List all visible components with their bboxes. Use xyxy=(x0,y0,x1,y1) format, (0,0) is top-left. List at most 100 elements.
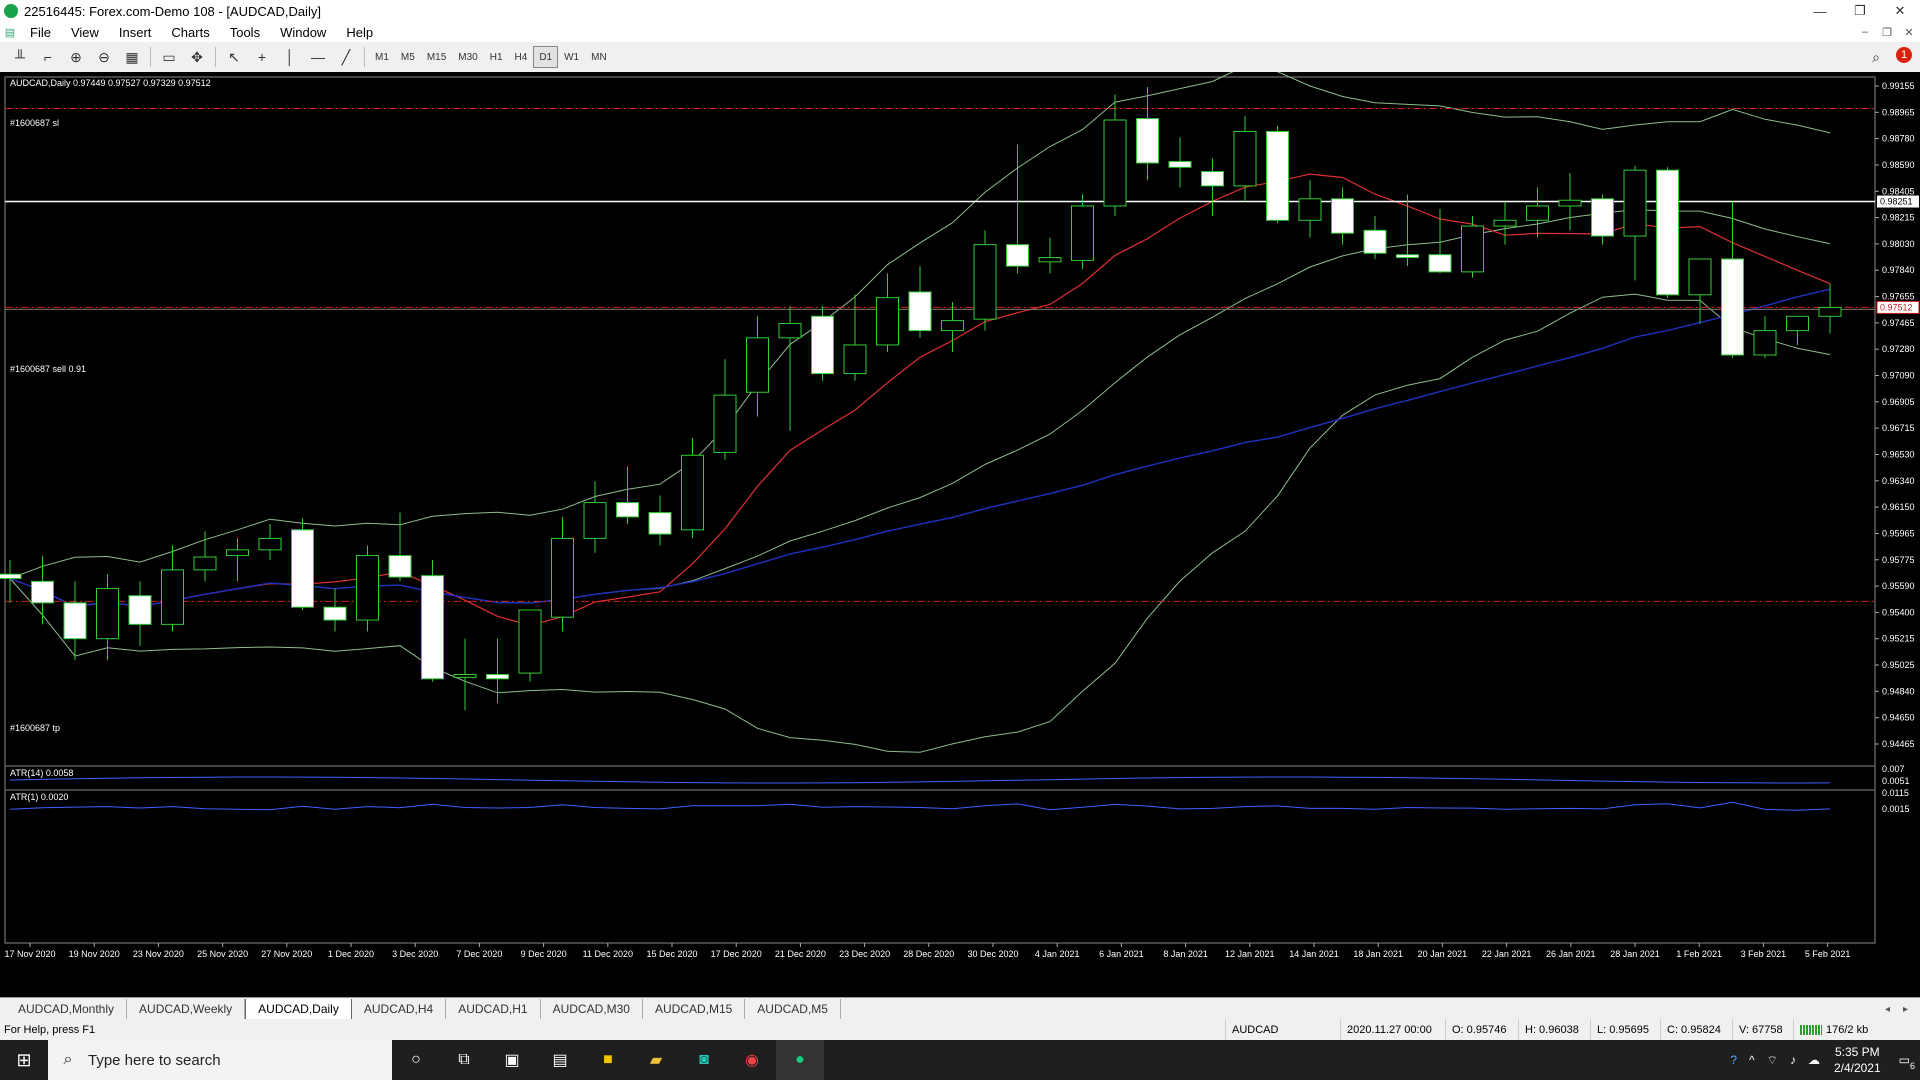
menu-view[interactable]: View xyxy=(61,25,109,40)
crosshair-target-icon[interactable]: ✥ xyxy=(185,46,209,68)
menu-tools[interactable]: Tools xyxy=(220,25,270,40)
candle xyxy=(128,581,152,646)
menu-file[interactable]: File xyxy=(20,25,61,40)
search-icon[interactable]: ⌕ xyxy=(1864,46,1888,68)
minimize-button[interactable]: — xyxy=(1800,0,1840,22)
horizontal-line-icon[interactable]: — xyxy=(306,46,330,68)
moving-averages xyxy=(9,173,1831,626)
candle xyxy=(518,609,542,682)
candle xyxy=(551,516,574,632)
line-chart-icon[interactable]: ⌐ xyxy=(36,46,60,68)
candle xyxy=(1038,237,1062,274)
tab-h4[interactable]: AUDCAD,H4 xyxy=(352,999,447,1019)
volume-icon[interactable]: ♪ xyxy=(1784,1053,1802,1067)
crosshair-icon[interactable]: + xyxy=(250,46,274,68)
candle xyxy=(486,638,509,704)
timeframe-h4[interactable]: H4 xyxy=(509,46,534,68)
tab-scroll-right-icon[interactable]: ▸ xyxy=(1903,1004,1908,1015)
tab-m30[interactable]: AUDCAD,M30 xyxy=(541,999,643,1019)
template-icon[interactable]: ▭ xyxy=(157,46,181,68)
date-tick-label: 3 Dec 2020 xyxy=(392,949,438,959)
taskbar-clock[interactable]: 5:35 PM 2/4/2021 xyxy=(1826,1044,1889,1076)
price-tick-label: 0.95025 xyxy=(1882,660,1915,670)
cortana-icon[interactable]: ○ xyxy=(392,1040,440,1080)
app-icon-1[interactable]: ▣ xyxy=(488,1040,536,1080)
app-icon-3[interactable]: ■ xyxy=(584,1040,632,1080)
candle xyxy=(453,638,477,711)
tab-weekly[interactable]: AUDCAD,Weekly xyxy=(127,999,246,1019)
price-chart[interactable]: 0.991550.989650.987800.985900.984050.982… xyxy=(0,72,1920,997)
alert-badge[interactable]: 1 xyxy=(1896,47,1912,63)
candle-body xyxy=(226,549,249,557)
network-icon[interactable]: ⌔ xyxy=(1761,1053,1784,1068)
timeframe-h1[interactable]: H1 xyxy=(484,46,509,68)
timeframe-m15[interactable]: M15 xyxy=(421,46,452,68)
price-tick-label: 0.98215 xyxy=(1882,213,1915,223)
menu-help[interactable]: Help xyxy=(336,25,383,40)
bar-chart-icon[interactable]: ╨ xyxy=(8,46,32,68)
zoom-out-icon[interactable]: ⊖ xyxy=(92,46,116,68)
menu-charts[interactable]: Charts xyxy=(161,25,219,40)
app-icon-2[interactable]: ▤ xyxy=(536,1040,584,1080)
timeframe-m30[interactable]: M30 xyxy=(452,46,483,68)
trendline-icon[interactable]: ╱ xyxy=(334,46,358,68)
candle-body xyxy=(291,529,314,608)
timeframe-m1[interactable]: M1 xyxy=(369,46,395,68)
zoom-in-icon[interactable]: ⊕ xyxy=(64,46,88,68)
task-view-icon[interactable]: ⧉ xyxy=(440,1040,488,1080)
chevron-up-icon[interactable]: ^ xyxy=(1743,1053,1761,1067)
tab-daily[interactable]: AUDCAD,Daily xyxy=(245,998,352,1020)
file-explorer-icon[interactable]: ▰ xyxy=(632,1040,680,1080)
notification-icon[interactable]: ▭ 6 xyxy=(1889,1053,1920,1071)
tab-m5[interactable]: AUDCAD,M5 xyxy=(745,999,841,1019)
vertical-line-icon[interactable]: │ xyxy=(278,46,302,68)
tile-windows-icon[interactable]: ▦ xyxy=(120,46,144,68)
candle-body xyxy=(746,337,769,393)
tab-scroll-left-icon[interactable]: ◂ xyxy=(1885,1004,1890,1015)
candle-body xyxy=(128,595,152,625)
menu-insert[interactable]: Insert xyxy=(109,25,162,40)
date-tick-label: 9 Dec 2020 xyxy=(521,949,567,959)
price-tick-label: 0.95590 xyxy=(1882,581,1915,591)
timeframe-m5[interactable]: M5 xyxy=(395,46,421,68)
menu-window[interactable]: Window xyxy=(270,25,336,40)
app-icon-4[interactable]: ◙ xyxy=(680,1040,728,1080)
candle-body xyxy=(1331,198,1354,234)
help-icon[interactable]: ? xyxy=(1724,1053,1743,1067)
candle-body xyxy=(193,556,217,571)
child-close-button[interactable]: ✕ xyxy=(1898,22,1920,42)
taskbar-search[interactable]: ⌕ Type here to search xyxy=(48,1040,392,1080)
price-tick-label: 0.95775 xyxy=(1882,555,1915,565)
candle-body xyxy=(941,320,964,332)
timeframe-mn[interactable]: MN xyxy=(585,46,613,68)
candle-body xyxy=(843,344,867,375)
atr1-line xyxy=(9,801,1831,811)
price-axis: 0.991550.989650.987800.985900.984050.982… xyxy=(1875,81,1920,749)
candle xyxy=(1266,125,1289,224)
price-tick-label: 0.97840 xyxy=(1882,265,1915,275)
price-tick-label: 0.98780 xyxy=(1882,134,1915,144)
timeframe-w1[interactable]: W1 xyxy=(558,46,585,68)
date-tick-label: 7 Dec 2020 xyxy=(456,949,502,959)
cloud-icon[interactable]: ☁ xyxy=(1802,1053,1826,1067)
tab-monthly[interactable]: AUDCAD,Monthly xyxy=(6,999,128,1019)
price-tick-label: 0.96530 xyxy=(1882,449,1915,459)
child-minimize-button[interactable]: – xyxy=(1854,22,1876,42)
timeframe-d1[interactable]: D1 xyxy=(533,46,559,68)
cursor-icon[interactable]: ↖ xyxy=(222,46,246,68)
status-bar: For Help, press F1 AUDCAD 2020.11.27 00:… xyxy=(0,1019,1920,1040)
child-restore-button[interactable]: ❐ xyxy=(1876,22,1898,42)
candle xyxy=(1363,216,1387,259)
candle-body xyxy=(551,537,574,618)
price-tick-label: 0.97655 xyxy=(1882,292,1915,302)
atr-scale-label: 0.0051 xyxy=(1882,776,1910,786)
chart-window[interactable]: 0.99155 0.98965 0.98780 0.98590 0.98405 0.982… xyxy=(0,72,1920,997)
close-button[interactable]: ✕ xyxy=(1880,0,1920,22)
tab-h1[interactable]: AUDCAD,H1 xyxy=(446,999,541,1019)
forex-app-icon[interactable]: ● xyxy=(776,1040,824,1080)
chrome-icon[interactable]: ◉ xyxy=(728,1040,776,1080)
tab-m15[interactable]: AUDCAD,M15 xyxy=(643,999,746,1019)
windows-start-icon[interactable]: ⊞ xyxy=(0,1040,48,1080)
maximize-button[interactable]: ❐ xyxy=(1840,0,1880,22)
candle xyxy=(193,531,217,582)
